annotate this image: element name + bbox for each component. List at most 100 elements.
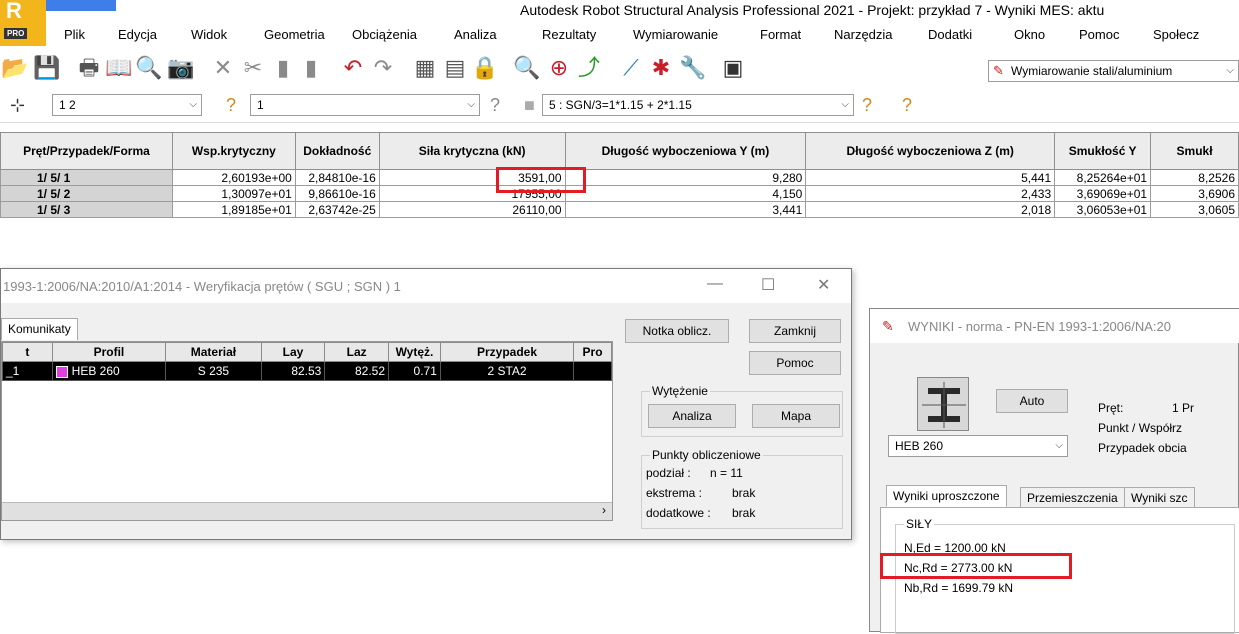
table-cell[interactable]: 3,441 bbox=[564, 201, 807, 218]
menu-analiza[interactable]: Analiza bbox=[454, 27, 497, 42]
table-cell[interactable]: 1,89185e+01 bbox=[171, 201, 296, 218]
lock-icon[interactable]: 🔒 bbox=[471, 55, 498, 81]
open-icon[interactable]: 📂 bbox=[1, 55, 28, 81]
structure-icon[interactable]: ⟋ bbox=[618, 55, 644, 81]
column-header[interactable]: Dokładność bbox=[294, 132, 380, 170]
table-cell[interactable]: 2,84810e-16 bbox=[294, 169, 380, 186]
table-cell[interactable]: 2,60193e+00 bbox=[171, 169, 296, 186]
column-header[interactable]: Siła krytyczna (kN) bbox=[378, 132, 566, 170]
table-cell[interactable]: 3,0605 bbox=[1150, 201, 1239, 218]
maximize-icon[interactable]: ☐ bbox=[761, 275, 775, 295]
load-case-combo[interactable]: 5 : SGN/3=1*1.15 + 2*1.15 ⌵ bbox=[542, 94, 854, 116]
case-next-icon[interactable]: ? bbox=[862, 93, 872, 117]
table-cell[interactable]: 26110,00 bbox=[378, 201, 566, 218]
column-header[interactable]: Pręt/Przypadek/Forma bbox=[0, 132, 173, 170]
row-id[interactable]: 1/ 5/ 1 bbox=[0, 169, 173, 186]
print-preview-icon[interactable]: 🔍 bbox=[135, 55, 162, 81]
column-header[interactable]: Długość wyboczeniowa Z (m) bbox=[805, 132, 1056, 170]
column-header[interactable]: Wytęż. bbox=[388, 342, 441, 362]
table-cell[interactable]: 3,6906 bbox=[1150, 185, 1239, 202]
column-header[interactable]: Długość wyboczeniowa Y (m) bbox=[564, 132, 807, 170]
table-cell[interactable]: S 235 bbox=[165, 361, 262, 381]
column-header[interactable]: Materiał bbox=[165, 342, 262, 362]
layout-icon[interactable]: ▣ bbox=[720, 55, 746, 81]
table-cell[interactable]: 2 STA2 bbox=[439, 361, 575, 381]
column-header[interactable]: Pro bbox=[573, 342, 612, 362]
scroll-right-icon[interactable]: › bbox=[602, 503, 606, 517]
save-icon[interactable]: 💾 bbox=[33, 55, 60, 81]
table-cell[interactable]: 3,69069e+01 bbox=[1054, 185, 1152, 202]
mode-icon[interactable]: ? bbox=[226, 93, 236, 117]
analysis-button[interactable]: Analiza bbox=[648, 404, 736, 428]
column-header[interactable]: Przypadek bbox=[439, 342, 575, 362]
column-header[interactable]: t bbox=[2, 342, 53, 362]
table-cell[interactable]: 2,018 bbox=[805, 201, 1056, 218]
table-cell[interactable]: 5,441 bbox=[805, 169, 1056, 186]
table-row[interactable]: 1/ 5/ 3 1,89185e+01 2,63742e-25 26110,00… bbox=[0, 201, 1239, 218]
column-header[interactable]: Laz bbox=[324, 342, 390, 362]
case-prev-icon[interactable]: ? bbox=[902, 93, 912, 117]
menu-rezultaty[interactable]: Rezultaty bbox=[542, 27, 596, 42]
app-logo[interactable]: R PRO bbox=[0, 0, 46, 46]
menu-dodatki[interactable]: Dodatki bbox=[928, 27, 972, 42]
minimize-icon[interactable]: — bbox=[707, 275, 723, 293]
table-cell[interactable]: _1 bbox=[2, 361, 53, 381]
table-cell[interactable]: 9,86610e-16 bbox=[294, 185, 380, 202]
profile-combo[interactable]: HEB 260 ⌵ bbox=[888, 435, 1068, 457]
column-header[interactable]: Smukł bbox=[1150, 132, 1239, 170]
table-row[interactable]: 1/ 5/ 2 1,30097e+01 9,86610e-16 17955,00… bbox=[0, 185, 1239, 202]
copy-icon[interactable]: ▮ bbox=[270, 55, 296, 81]
calculator-icon[interactable]: ▦ bbox=[412, 55, 438, 81]
horizontal-scrollbar[interactable]: › bbox=[2, 502, 612, 520]
column-header[interactable]: Wsp.krytyczny bbox=[171, 132, 296, 170]
close-button[interactable]: Zamknij bbox=[749, 319, 841, 343]
delete-icon[interactable]: ✕ bbox=[210, 55, 236, 81]
tab-komunikaty[interactable]: Komunikaty bbox=[1, 318, 78, 340]
print-icon[interactable]: 🖶 bbox=[76, 55, 102, 81]
table-cell[interactable]: 4,150 bbox=[564, 185, 807, 202]
bar-select-icon[interactable]: ⊹ bbox=[10, 93, 25, 117]
table-cell[interactable]: 2,63742e-25 bbox=[294, 201, 380, 218]
tools-icon[interactable]: 🔧 bbox=[679, 55, 706, 81]
help-button[interactable]: Pomoc bbox=[749, 351, 841, 375]
tab-wyniki-szczegolowe[interactable]: Wyniki szc bbox=[1124, 487, 1195, 509]
tab-przemieszczenia[interactable]: Przemieszczenia bbox=[1020, 487, 1125, 509]
module-select[interactable]: ✎ Wymiarowanie stali/aluminium ⌵ bbox=[988, 60, 1239, 82]
cut-icon[interactable]: ✂ bbox=[240, 55, 266, 81]
zoom-window-icon[interactable]: ⊕ bbox=[546, 55, 572, 81]
undo-icon[interactable]: ↶ bbox=[340, 55, 366, 81]
profile-cell[interactable]: HEB 260 bbox=[51, 361, 167, 381]
preview-icon[interactable]: 📖 bbox=[105, 55, 132, 81]
menu-obciazenia[interactable]: Obciążenia bbox=[352, 27, 417, 42]
table-row[interactable]: _1 HEB 260 S 235 82.53 82.52 0.71 2 STA2 bbox=[2, 361, 612, 381]
column-header[interactable]: Profil bbox=[51, 342, 167, 362]
table-cell[interactable]: 2,433 bbox=[805, 185, 1056, 202]
table-row[interactable]: 1/ 5/ 1 2,60193e+00 2,84810e-16 3591,00 … bbox=[0, 169, 1239, 186]
pan-icon[interactable]: ⤴ bbox=[576, 55, 602, 81]
table-cell[interactable]: 3,06053e+01 bbox=[1054, 201, 1152, 218]
table-icon[interactable]: ▤ bbox=[442, 55, 468, 81]
table-cell[interactable]: 9,280 bbox=[564, 169, 807, 186]
paste-icon[interactable]: ▮ bbox=[298, 55, 324, 81]
table-settings-icon[interactable]: ■ bbox=[524, 93, 535, 117]
table-cell[interactable]: 1,30097e+01 bbox=[171, 185, 296, 202]
table-cell[interactable]: 82.52 bbox=[324, 361, 390, 381]
table-cell[interactable]: 0.71 bbox=[388, 361, 441, 381]
mode-combo[interactable]: 1 ⌵ bbox=[250, 94, 480, 116]
menu-geometria[interactable]: Geometria bbox=[264, 27, 325, 42]
column-header[interactable]: Lay bbox=[260, 342, 326, 362]
row-id[interactable]: 1/ 5/ 2 bbox=[0, 185, 173, 202]
menu-narzedzia[interactable]: Narzędzia bbox=[834, 27, 893, 42]
close-icon[interactable]: ✕ bbox=[817, 275, 830, 295]
menu-spolecznosc[interactable]: Społecz bbox=[1153, 27, 1199, 42]
table-cell[interactable]: 8,2526 bbox=[1150, 169, 1239, 186]
redo-icon[interactable]: ↷ bbox=[370, 55, 396, 81]
table-cell[interactable] bbox=[573, 361, 612, 381]
auto-button[interactable]: Auto bbox=[996, 389, 1068, 413]
table-cell[interactable]: 8,25264e+01 bbox=[1054, 169, 1152, 186]
menu-pomoc[interactable]: Pomoc bbox=[1079, 27, 1119, 42]
table-cell[interactable]: 82.53 bbox=[260, 361, 326, 381]
filter-icon[interactable]: ? bbox=[490, 93, 500, 117]
menu-wymiarowanie[interactable]: Wymiarowanie bbox=[633, 27, 718, 42]
map-button[interactable]: Mapa bbox=[752, 404, 840, 428]
